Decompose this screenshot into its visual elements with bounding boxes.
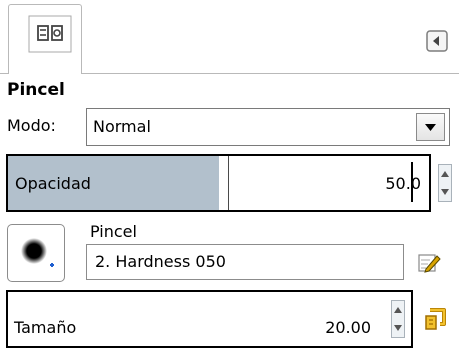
- spin-up-icon[interactable]: [392, 301, 404, 319]
- brush-preview-button[interactable]: [7, 224, 65, 282]
- brush-name-field[interactable]: 2. Hardness 050: [86, 244, 404, 280]
- mode-dropdown-button[interactable]: [416, 113, 445, 141]
- spin-down-icon[interactable]: [392, 319, 404, 337]
- text-cursor: [411, 162, 413, 202]
- opacity-spin-buttons[interactable]: [438, 164, 452, 202]
- tab-menu-arrow-icon[interactable]: [426, 30, 448, 52]
- opacity-label: Opacidad: [15, 174, 91, 193]
- brush-label: Pincel: [90, 222, 137, 241]
- spin-up-icon[interactable]: [439, 165, 451, 183]
- tool-options-tab[interactable]: [8, 4, 82, 74]
- opacity-spin-scale[interactable]: Opacidad 50.0: [6, 154, 431, 212]
- size-spin-buttons[interactable]: [391, 300, 405, 338]
- size-value: 20.00: [325, 318, 371, 337]
- tool-options-icon: [28, 15, 72, 53]
- spin-down-icon[interactable]: [439, 183, 451, 201]
- tab-divider: [0, 73, 8, 74]
- chevron-down-icon: [425, 124, 436, 131]
- size-label: Tamaño: [14, 318, 77, 337]
- reset-size-icon[interactable]: [420, 304, 450, 334]
- brush-name-value: 2. Hardness 050: [95, 252, 226, 271]
- mode-label: Modo:: [7, 116, 56, 135]
- brush-preview-icon: [21, 238, 54, 267]
- opacity-fill-edge: [228, 156, 229, 210]
- tool-title: Pincel: [7, 80, 65, 100]
- tab-divider: [82, 73, 459, 74]
- mode-select[interactable]: Normal: [86, 108, 450, 146]
- opacity-value: 50.0: [385, 174, 421, 193]
- edit-brush-icon[interactable]: [417, 251, 441, 275]
- mode-value: Normal: [93, 117, 151, 136]
- size-spin-scale[interactable]: Tamaño 20.00: [6, 290, 413, 348]
